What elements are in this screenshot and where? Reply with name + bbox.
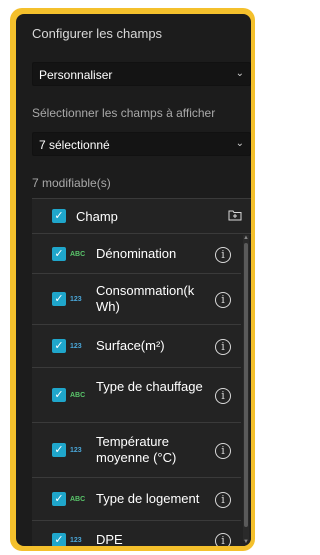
field-row[interactable]: ✓ 123 Consommation(k Wh) i bbox=[32, 274, 241, 325]
header-label: Champ bbox=[76, 209, 118, 224]
field-row[interactable]: ✓ 123 Température moyenne (°C) i bbox=[32, 423, 241, 478]
folder-icon[interactable] bbox=[228, 208, 242, 222]
type-badge: ABC bbox=[70, 392, 86, 399]
field-checkbox[interactable]: ✓ bbox=[52, 247, 66, 261]
info-icon[interactable]: i bbox=[215, 492, 231, 508]
info-icon[interactable]: i bbox=[215, 443, 231, 459]
field-row[interactable]: ✓ ABC Type de chauffage i bbox=[32, 368, 241, 423]
configure-fields-panel: Configurer les champs Personnaliser ⌄ Sé… bbox=[16, 14, 251, 546]
info-icon[interactable]: i bbox=[215, 339, 231, 355]
field-checkbox[interactable]: ✓ bbox=[52, 339, 66, 353]
type-badge: 123 bbox=[70, 343, 82, 350]
mode-select[interactable]: Personnaliser ⌄ bbox=[32, 62, 251, 86]
field-checkbox[interactable]: ✓ bbox=[52, 443, 66, 457]
fields-select[interactable]: 7 sélectionné ⌄ bbox=[32, 132, 251, 156]
fields-select-value: 7 sélectionné bbox=[39, 138, 110, 152]
field-row[interactable]: ✓ ABC Type de logement i bbox=[32, 478, 241, 521]
type-badge: 123 bbox=[70, 537, 82, 544]
field-name: Température moyenne (°C) bbox=[96, 434, 177, 465]
field-row[interactable]: ✓ 123 Surface(m²) i bbox=[32, 325, 241, 368]
info-icon[interactable]: i bbox=[215, 247, 231, 263]
field-row[interactable]: ✓ 123 DPE i bbox=[32, 521, 241, 546]
type-badge: 123 bbox=[70, 296, 82, 303]
scrollbar-thumb[interactable] bbox=[244, 243, 248, 527]
info-icon[interactable]: i bbox=[215, 292, 231, 308]
scrollbar[interactable] bbox=[243, 235, 249, 541]
info-icon[interactable]: i bbox=[215, 533, 231, 546]
field-name: Dénomination bbox=[96, 246, 177, 261]
editable-count-label: 7 modifiable(s) bbox=[32, 176, 111, 190]
field-checkbox[interactable]: ✓ bbox=[52, 492, 66, 506]
scroll-up-icon[interactable]: ▲ bbox=[243, 235, 249, 241]
field-checkbox[interactable]: ✓ bbox=[52, 533, 66, 546]
field-checkbox[interactable]: ✓ bbox=[52, 388, 66, 402]
field-name: DPE bbox=[96, 532, 123, 546]
field-name: Consommation(k Wh) bbox=[96, 283, 195, 314]
field-name: Type de logement bbox=[96, 491, 200, 506]
field-checkbox[interactable]: ✓ bbox=[52, 292, 66, 306]
chevron-down-icon: ⌄ bbox=[235, 138, 244, 149]
panel-title: Configurer les champs bbox=[32, 26, 163, 41]
select-all-checkbox[interactable]: ✓ bbox=[52, 209, 66, 223]
field-name: Surface(m²) bbox=[96, 338, 165, 353]
type-badge: 123 bbox=[70, 447, 82, 454]
type-badge: ABC bbox=[70, 496, 86, 503]
field-row[interactable]: ✓ ABC Dénomination i bbox=[32, 235, 241, 274]
field-name: Type de chauffage bbox=[96, 379, 203, 394]
scroll-down-icon[interactable]: ▼ bbox=[243, 539, 249, 545]
field-list: ✓ Champ ✓ ABC Dénomination i ✓ 123 Conso… bbox=[32, 198, 251, 546]
type-badge: ABC bbox=[70, 251, 86, 258]
mode-select-value: Personnaliser bbox=[39, 68, 113, 82]
info-icon[interactable]: i bbox=[215, 388, 231, 404]
chevron-down-icon: ⌄ bbox=[235, 68, 244, 79]
field-list-header: ✓ Champ bbox=[32, 199, 251, 234]
fields-label: Sélectionner les champs à afficher bbox=[32, 106, 216, 120]
